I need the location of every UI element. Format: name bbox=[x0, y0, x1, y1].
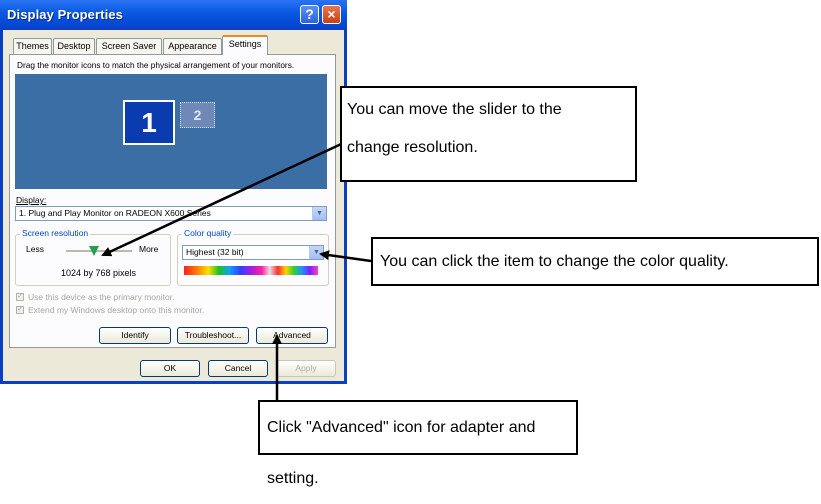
color-quality-callout: You can click the item to change the col… bbox=[371, 237, 819, 286]
slider-callout-line1: You can move the slider to the bbox=[347, 101, 562, 118]
slider-callout: You can move the slider to the change re… bbox=[340, 86, 637, 182]
slider-callout-line2: change resolution. bbox=[347, 139, 478, 156]
callout-arrows bbox=[101, 137, 372, 400]
tab-settings[interactable]: Settings bbox=[222, 35, 268, 55]
slider-callout-arrow bbox=[101, 137, 353, 257]
color-callout-arrow bbox=[319, 250, 372, 263]
advanced-callout: Click "Advanced" icon for adapter and se… bbox=[258, 400, 578, 487]
